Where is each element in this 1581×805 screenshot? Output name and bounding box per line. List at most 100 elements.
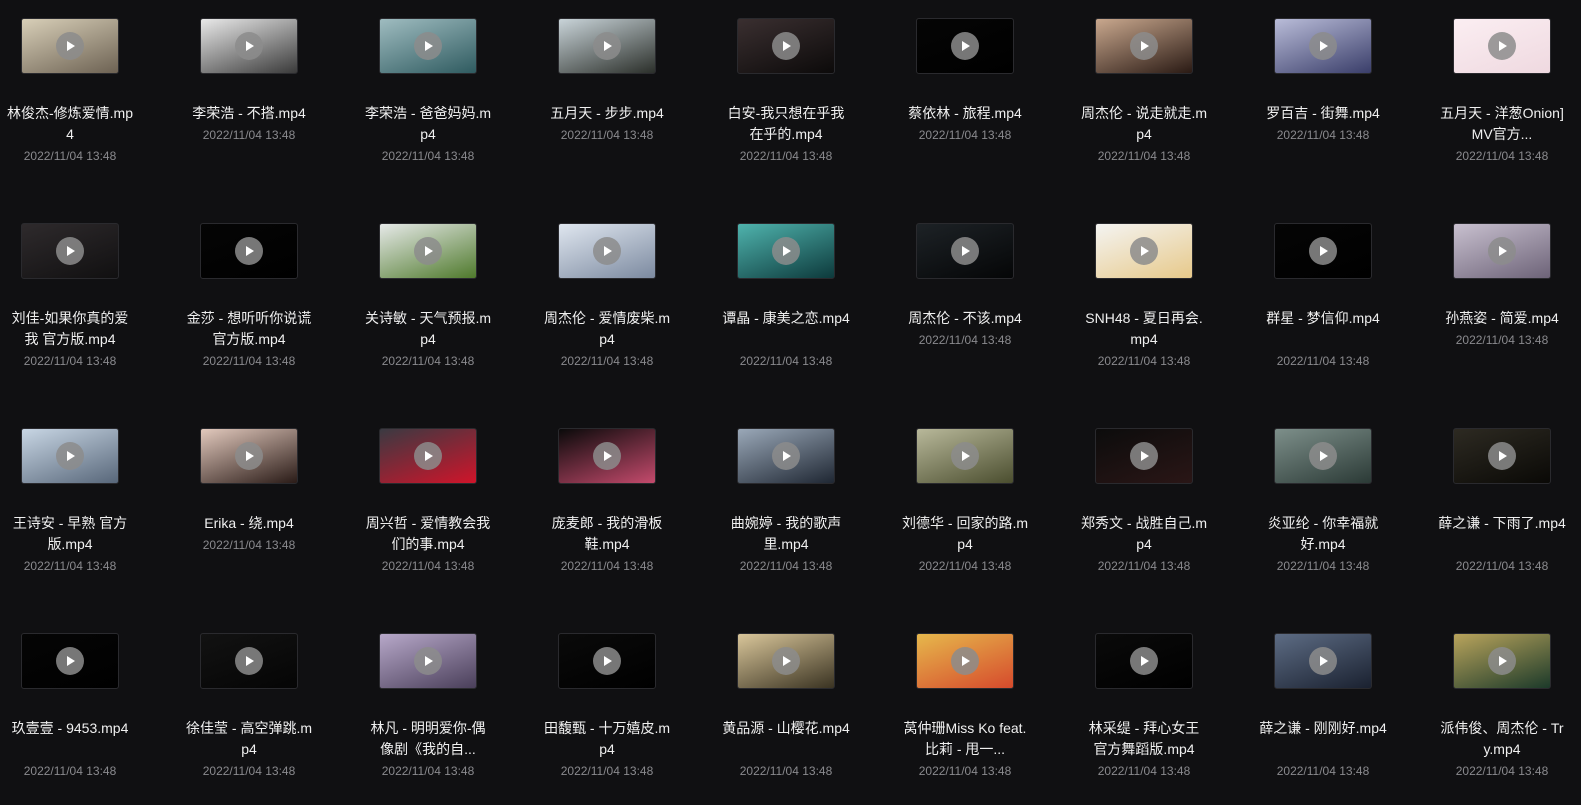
play-icon[interactable] — [772, 647, 800, 675]
play-icon[interactable] — [235, 32, 263, 60]
play-icon[interactable] — [414, 442, 442, 470]
video-file-tile[interactable]: 薛之谦 - 刚刚好.mp4 2022/11/04 13:48 — [1249, 615, 1399, 805]
play-icon[interactable] — [951, 647, 979, 675]
video-file-tile[interactable]: 郑秀文 - 战胜自己.mp4 2022/11/04 13:48 — [1070, 410, 1220, 600]
video-thumbnail[interactable] — [737, 633, 835, 689]
video-thumbnail[interactable] — [916, 633, 1014, 689]
play-icon[interactable] — [772, 237, 800, 265]
video-file-tile[interactable]: 罗百吉 - 街舞.mp4 2022/11/04 13:48 — [1249, 0, 1399, 190]
play-icon[interactable] — [1488, 647, 1516, 675]
video-thumbnail[interactable] — [916, 223, 1014, 279]
video-file-tile[interactable]: 周兴哲 - 爱情教会我们的事.mp4 2022/11/04 13:48 — [354, 410, 504, 600]
video-file-tile[interactable]: 五月天 - 步步.mp4 2022/11/04 13:48 — [533, 0, 683, 190]
play-icon[interactable] — [1488, 442, 1516, 470]
play-icon[interactable] — [772, 32, 800, 60]
video-thumbnail[interactable] — [1274, 633, 1372, 689]
video-thumbnail[interactable] — [379, 223, 477, 279]
play-icon[interactable] — [1488, 237, 1516, 265]
play-icon[interactable] — [56, 442, 84, 470]
video-file-tile[interactable]: 庞麦郎 - 我的滑板鞋.mp4 2022/11/04 13:48 — [533, 410, 683, 600]
video-file-tile[interactable]: 五月天 - 洋葱Onion]MV官方... 2022/11/04 13:48 — [1428, 0, 1578, 190]
video-thumbnail[interactable] — [1274, 428, 1372, 484]
play-icon[interactable] — [1309, 32, 1337, 60]
play-icon[interactable] — [593, 237, 621, 265]
video-thumbnail[interactable] — [1274, 223, 1372, 279]
play-icon[interactable] — [1488, 32, 1516, 60]
video-file-tile[interactable]: 曲婉婷 - 我的歌声里.mp4 2022/11/04 13:48 — [712, 410, 862, 600]
video-thumbnail[interactable] — [21, 18, 119, 74]
play-icon[interactable] — [1309, 647, 1337, 675]
video-file-tile[interactable]: Erika - 绕.mp4 2022/11/04 13:48 — [175, 410, 325, 600]
play-icon[interactable] — [1309, 442, 1337, 470]
video-file-tile[interactable]: 周杰伦 - 说走就走.mp4 2022/11/04 13:48 — [1070, 0, 1220, 190]
video-thumbnail[interactable] — [1453, 223, 1551, 279]
video-thumbnail[interactable] — [558, 223, 656, 279]
play-icon[interactable] — [235, 647, 263, 675]
video-file-tile[interactable]: 莴仲珊Miss Ko feat. 比莉 - 甩一... 2022/11/04 13… — [891, 615, 1041, 805]
video-thumbnail[interactable] — [1095, 18, 1193, 74]
play-icon[interactable] — [414, 647, 442, 675]
video-file-tile[interactable]: 王诗安 - 早熟 官方版.mp4 2022/11/04 13:48 — [0, 410, 146, 600]
play-icon[interactable] — [593, 32, 621, 60]
video-file-tile[interactable]: 关诗敏 - 天气预报.mp4 2022/11/04 13:48 — [354, 205, 504, 395]
play-icon[interactable] — [951, 237, 979, 265]
video-thumbnail[interactable] — [379, 428, 477, 484]
play-icon[interactable] — [1130, 237, 1158, 265]
video-thumbnail[interactable] — [916, 18, 1014, 74]
video-thumbnail[interactable] — [1095, 633, 1193, 689]
video-thumbnail[interactable] — [916, 428, 1014, 484]
play-icon[interactable] — [235, 237, 263, 265]
play-icon[interactable] — [1309, 237, 1337, 265]
video-thumbnail[interactable] — [737, 223, 835, 279]
video-thumbnail[interactable] — [200, 428, 298, 484]
video-file-tile[interactable]: 周杰伦 - 爱情废柴.mp4 2022/11/04 13:48 — [533, 205, 683, 395]
video-file-tile[interactable]: 孙燕姿 - 简爱.mp4 2022/11/04 13:48 — [1428, 205, 1578, 395]
play-icon[interactable] — [593, 442, 621, 470]
video-file-tile[interactable]: 群星 - 梦信仰.mp4 2022/11/04 13:48 — [1249, 205, 1399, 395]
play-icon[interactable] — [593, 647, 621, 675]
video-thumbnail[interactable] — [558, 18, 656, 74]
video-file-tile[interactable]: 田馥甄 - 十万嬉皮.mp4 2022/11/04 13:48 — [533, 615, 683, 805]
video-thumbnail[interactable] — [21, 633, 119, 689]
video-file-tile[interactable]: 白安-我只想在乎我在乎的.mp4 2022/11/04 13:48 — [712, 0, 862, 190]
video-thumbnail[interactable] — [1453, 633, 1551, 689]
video-thumbnail[interactable] — [737, 428, 835, 484]
play-icon[interactable] — [235, 442, 263, 470]
video-file-tile[interactable]: 谭晶 - 康美之恋.mp4 2022/11/04 13:48 — [712, 205, 862, 395]
play-icon[interactable] — [951, 442, 979, 470]
video-file-tile[interactable]: 金莎 - 想听听你说谎 官方版.mp4 2022/11/04 13:48 — [175, 205, 325, 395]
video-thumbnail[interactable] — [1274, 18, 1372, 74]
play-icon[interactable] — [772, 442, 800, 470]
video-file-tile[interactable]: 林采缇 - 拜心女王 官方舞蹈版.mp4 2022/11/04 13:48 — [1070, 615, 1220, 805]
video-thumbnail[interactable] — [1095, 428, 1193, 484]
video-file-tile[interactable]: 刘德华 - 回家的路.mp4 2022/11/04 13:48 — [891, 410, 1041, 600]
video-file-tile[interactable]: 李荣浩 - 不搭.mp4 2022/11/04 13:48 — [175, 0, 325, 190]
video-file-tile[interactable]: 黄品源 - 山樱花.mp4 2022/11/04 13:48 — [712, 615, 862, 805]
video-thumbnail[interactable] — [200, 633, 298, 689]
video-thumbnail[interactable] — [558, 428, 656, 484]
play-icon[interactable] — [56, 647, 84, 675]
video-thumbnail[interactable] — [200, 223, 298, 279]
video-file-tile[interactable]: 蔡依林 - 旅程.mp4 2022/11/04 13:48 — [891, 0, 1041, 190]
video-thumbnail[interactable] — [21, 428, 119, 484]
video-thumbnail[interactable] — [1453, 18, 1551, 74]
play-icon[interactable] — [414, 237, 442, 265]
video-file-tile[interactable]: SNH48 - 夏日再会.mp4 2022/11/04 13:48 — [1070, 205, 1220, 395]
video-thumbnail[interactable] — [21, 223, 119, 279]
video-file-tile[interactable]: 李荣浩 - 爸爸妈妈.mp4 2022/11/04 13:48 — [354, 0, 504, 190]
play-icon[interactable] — [1130, 32, 1158, 60]
play-icon[interactable] — [1130, 442, 1158, 470]
video-file-tile[interactable]: 炎亚纶 - 你幸福就好.mp4 2022/11/04 13:48 — [1249, 410, 1399, 600]
play-icon[interactable] — [414, 32, 442, 60]
play-icon[interactable] — [1130, 647, 1158, 675]
play-icon[interactable] — [56, 32, 84, 60]
video-file-tile[interactable]: 派伟俊、周杰伦 - Try.mp4 2022/11/04 13:48 — [1428, 615, 1578, 805]
video-thumbnail[interactable] — [737, 18, 835, 74]
video-file-tile[interactable]: 刘佳-如果你真的爱我 官方版.mp4 2022/11/04 13:48 — [0, 205, 146, 395]
video-thumbnail[interactable] — [558, 633, 656, 689]
video-file-tile[interactable]: 林凡 - 明明爱你-偶像剧《我的自... 2022/11/04 13:48 — [354, 615, 504, 805]
video-file-tile[interactable]: 周杰伦 - 不该.mp4 2022/11/04 13:48 — [891, 205, 1041, 395]
video-thumbnail[interactable] — [1453, 428, 1551, 484]
video-file-tile[interactable]: 玖壹壹 - 9453.mp4 2022/11/04 13:48 — [0, 615, 146, 805]
video-file-tile[interactable]: 薛之谦 - 下雨了.mp4 2022/11/04 13:48 — [1428, 410, 1578, 600]
